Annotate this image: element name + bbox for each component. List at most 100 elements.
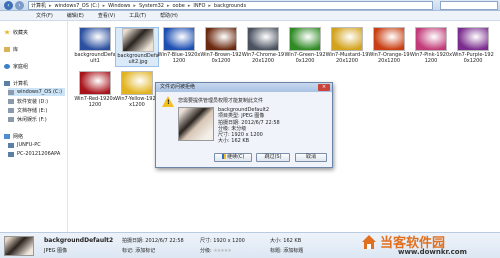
sidebar-item-library[interactable]: 库 — [4, 45, 18, 53]
sidebar-item-drive-d[interactable]: 软件安装 (D:) — [8, 97, 48, 105]
sidebar-item-homegroup[interactable]: 家庭组 — [4, 62, 28, 70]
file-item[interactable]: backgroundDefault1 — [73, 27, 117, 67]
sidebar-item-pc-2012[interactable]: PC-20121206APA — [8, 150, 60, 158]
details-file-name: backgroundDefault2 — [44, 237, 114, 244]
continue-label: 继续(C) — [227, 154, 245, 160]
sidebar-item-pc-junfu[interactable]: JUNFU-PC — [8, 141, 41, 149]
sidebar-label: windows7_OS (C:) — [17, 89, 63, 95]
thumbnail — [122, 28, 154, 52]
dialog-close-button[interactable]: × — [318, 84, 330, 91]
thumbnail — [373, 27, 405, 51]
drive-icon — [8, 116, 14, 122]
sidebar-label: 家庭组 — [13, 63, 29, 70]
file-preview-image — [178, 107, 214, 141]
cancel-button[interactable]: 取消 — [295, 153, 327, 162]
file-item[interactable]: Win7-Green-1920x1200 — [283, 27, 327, 67]
menu-edit[interactable]: 编辑(E) — [67, 12, 84, 19]
file-item[interactable]: backgroundDefault2.jpg — [115, 27, 159, 67]
dialog-title: 文件访问被拒绝 — [156, 83, 332, 92]
sidebar-label: 收藏夹 — [13, 29, 29, 36]
thumbnail — [121, 71, 153, 95]
watermark-logo-icon — [362, 235, 376, 249]
details-title: 标题: 添加标题 — [270, 247, 303, 254]
sidebar-item-drive-f[interactable]: 休闲娱乐 (F:) — [8, 115, 47, 123]
thumbnail — [163, 27, 195, 51]
shield-icon — [221, 154, 226, 159]
warning-mark: ! — [167, 99, 170, 106]
details-title-label: 标题: — [270, 248, 282, 254]
file-name: Win7-Pink-1920x1200 — [409, 52, 453, 64]
file-name: backgroundDefault1 — [74, 52, 116, 64]
thumbnail — [247, 27, 279, 51]
sidebar-item-drive-e[interactable]: 文档存储 (E:) — [8, 106, 47, 114]
continue-button[interactable]: 继续(C) — [214, 153, 252, 162]
file-name: Win7-Chrome-1920x1200 — [241, 52, 285, 64]
menu-help[interactable]: 帮助(H) — [160, 12, 178, 19]
sidebar-label: 计算机 — [13, 80, 29, 87]
rating-stars-icon[interactable]: ★★★★★ — [213, 248, 231, 254]
drive-icon — [8, 107, 14, 113]
details-filesize: 大小: 162 KB — [270, 237, 301, 244]
thumbnail — [415, 27, 447, 51]
file-name: Win7-Green-1920x1200 — [284, 52, 326, 64]
breadcrumb-computer[interactable]: 计算机 — [31, 2, 46, 9]
breadcrumb-backgrounds[interactable]: backgrounds — [214, 3, 246, 9]
details-size: 尺寸: 1920 x 1200 — [200, 237, 245, 244]
file-name: backgroundDefault2.jpg — [117, 53, 159, 65]
details-tag-value[interactable]: 添加标记 — [135, 248, 155, 254]
homegroup-icon — [4, 63, 10, 69]
breadcrumb-info[interactable]: INFO — [193, 3, 205, 9]
sidebar-item-network[interactable]: 网络 — [4, 132, 23, 140]
file-item[interactable]: Win7-Pink-1920x1200 — [409, 27, 453, 67]
details-thumbnail — [4, 236, 34, 256]
file-item[interactable]: Win7-Blue-1920x1200 — [157, 27, 201, 67]
breadcrumb-oobe[interactable]: oobe — [172, 3, 184, 9]
menu-file[interactable]: 文件(F) — [36, 12, 53, 19]
sidebar-item-computer[interactable]: 计算机 — [4, 79, 28, 87]
thumbnail — [205, 27, 237, 51]
file-item[interactable]: Win7-Yellow-1920x1200 — [115, 71, 159, 111]
forward-button[interactable]: › — [15, 1, 24, 10]
address-bar-region: ‹ › 计算机 ▸ windows7_OS (C:) ▸ Windows ▸ Syst… — [0, 0, 500, 11]
thumbnail — [79, 27, 111, 51]
address-input[interactable]: 计算机 ▸ windows7_OS (C:) ▸ Windows ▸ System32… — [28, 1, 433, 10]
file-name: Win7-Mustard-1920x1200 — [325, 52, 369, 64]
menu-view[interactable]: 查看(V) — [98, 12, 115, 19]
details-tag-label: 标记: — [122, 248, 134, 254]
file-item[interactable]: Win7-Chrome-1920x1200 — [241, 27, 285, 67]
file-item[interactable]: Win7-Brown-1920x1200 — [199, 27, 243, 67]
thumbnail — [331, 27, 363, 51]
file-item[interactable]: Win7-Purple-1920x1200 — [451, 27, 495, 67]
file-item[interactable]: Win7-Red-1920x1200 — [73, 71, 117, 111]
details-size-label: 尺寸: — [200, 238, 212, 244]
file-access-denied-dialog: 文件访问被拒绝 × ! 您需要提供管理员权限才能复制此文件 background… — [155, 82, 333, 168]
details-date-value: 2012/6/7 22:58 — [145, 238, 184, 244]
file-info-filesize: 大小: 162 KB — [218, 138, 250, 145]
file-item[interactable]: Win7-Mustard-1920x1200 — [325, 27, 369, 67]
back-button[interactable]: ‹ — [4, 1, 13, 10]
file-name: Win7-Red-1920x1200 — [74, 96, 116, 108]
sidebar-item-drive-c[interactable]: windows7_OS (C:) — [8, 88, 66, 96]
sidebar-label: 软件安装 (D:) — [17, 98, 49, 105]
network-icon — [4, 133, 10, 139]
details-date-label: 拍摄日期: — [122, 238, 144, 244]
details-file-type: JPEG 图像 — [44, 248, 68, 254]
menu-tools[interactable]: 工具(T) — [129, 12, 146, 19]
details-title-value[interactable]: 添加标题 — [283, 248, 303, 254]
computer-icon — [8, 142, 14, 148]
sidebar-label: PC-20121206APA — [17, 151, 61, 157]
details-rating-label: 分级: — [200, 248, 212, 254]
skip-button[interactable]: 跳过(S) — [256, 153, 290, 162]
breadcrumb-windows[interactable]: Windows — [108, 3, 130, 9]
file-name: Win7-Blue-1920x1200 — [157, 52, 201, 64]
details-size-value: 1920 x 1200 — [213, 238, 245, 244]
sidebar-item-favorites[interactable]: 收藏夹 — [4, 28, 28, 36]
file-item[interactable]: Win7-Orange-1920x1200 — [367, 27, 411, 67]
computer-icon — [4, 80, 10, 86]
file-name: Win7-Brown-1920x1200 — [200, 52, 242, 64]
file-info-date: 拍摄日期: 2012/6/7 22:58 — [218, 119, 280, 126]
navigation-pane: 收藏夹 库 家庭组 计算机 windows7_OS (C:) 软件安装 (D:)… — [0, 21, 68, 232]
search-input[interactable] — [440, 1, 498, 10]
breadcrumb-system32[interactable]: System32 — [139, 3, 164, 9]
breadcrumb-drive[interactable]: windows7_OS (C:) — [55, 3, 100, 9]
